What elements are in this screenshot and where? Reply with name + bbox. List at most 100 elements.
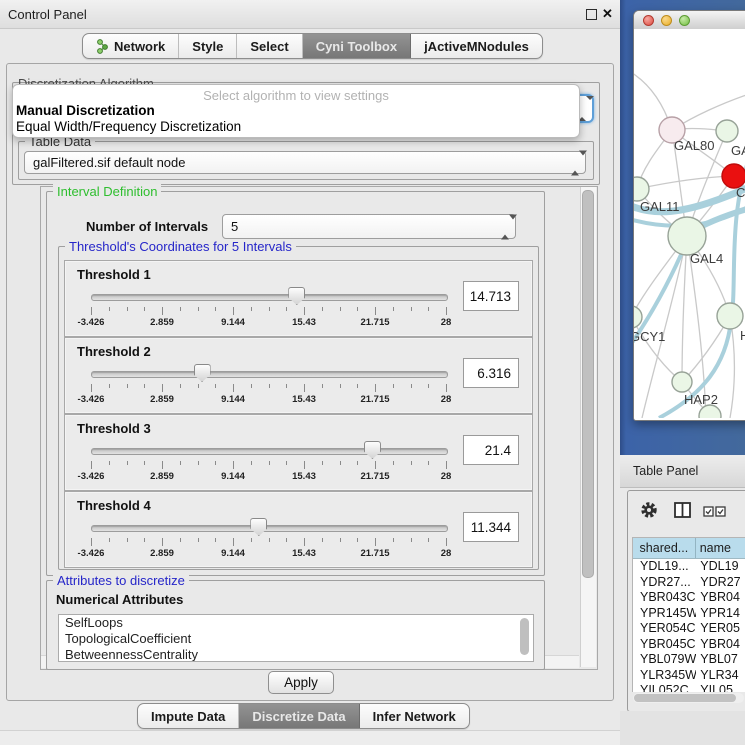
gear-icon[interactable] bbox=[640, 501, 658, 519]
node-gal11[interactable] bbox=[634, 177, 649, 201]
node-gal4[interactable] bbox=[668, 217, 706, 255]
table-row[interactable]: YDR27...YDR27 bbox=[633, 575, 745, 591]
tab-select[interactable]: Select bbox=[237, 34, 302, 58]
checkbox-columns-icon[interactable] bbox=[703, 506, 727, 517]
combo-arrows-icon bbox=[571, 155, 579, 170]
node-label: GAL11 bbox=[640, 199, 680, 214]
slider-tick bbox=[251, 384, 252, 388]
float-window-icon[interactable] bbox=[586, 9, 597, 20]
tab-style[interactable]: Style bbox=[179, 34, 237, 58]
edge[interactable] bbox=[637, 176, 734, 189]
zoom-traffic-light-icon[interactable] bbox=[679, 15, 690, 26]
column-header-name[interactable]: name bbox=[696, 538, 745, 558]
table-hscrollbar-thumb[interactable] bbox=[634, 694, 736, 702]
table-panel-titlebar: Table Panel bbox=[620, 455, 745, 488]
table-row[interactable]: YBR043CYBR04 bbox=[633, 590, 745, 606]
table-row[interactable]: YIL052CYIL05 bbox=[633, 683, 745, 692]
table-row[interactable]: YLR345WYLR34 bbox=[633, 668, 745, 684]
slider-tick-label: -3.426 bbox=[78, 548, 105, 559]
column-view-icon[interactable] bbox=[674, 502, 691, 518]
slider-tick-label: 2.859 bbox=[150, 317, 174, 328]
node-attribute-table[interactable]: shared...nameYDL19...YDL19YDR27...YDR27Y… bbox=[632, 537, 745, 692]
slider-track[interactable] bbox=[91, 525, 448, 532]
table-cell: YPR14 bbox=[696, 606, 745, 622]
node-hap2[interactable] bbox=[672, 372, 692, 392]
node-gcy1[interactable] bbox=[634, 306, 642, 328]
attribute-list-item[interactable]: BetweennessCentrality bbox=[59, 647, 533, 662]
table-cell: YBL079W bbox=[633, 652, 696, 668]
slider-knob[interactable] bbox=[194, 364, 211, 382]
threshold-value-field[interactable]: 14.713 bbox=[463, 281, 519, 311]
threshold-value-field[interactable]: 21.4 bbox=[463, 435, 519, 465]
tab-network[interactable]: Network bbox=[83, 34, 179, 58]
slider-tick bbox=[428, 461, 429, 465]
app-root: Control Panel ✕ NetworkStyleSelectCyni T… bbox=[0, 0, 745, 745]
slider-tick bbox=[127, 307, 128, 311]
bottom-tab-label: Infer Network bbox=[373, 709, 456, 724]
node-label: GAL4 bbox=[690, 251, 723, 266]
table-row[interactable]: YER054CYER05 bbox=[633, 621, 745, 637]
threshold-value-field[interactable]: 6.316 bbox=[463, 358, 519, 388]
slider-tick bbox=[411, 538, 412, 542]
table-row[interactable]: YPR145WYPR14 bbox=[633, 606, 745, 622]
numerical-attributes-list[interactable]: SelfLoopsTopologicalCoefficientBetweenne… bbox=[58, 614, 534, 662]
slider-tick-label: 15.43 bbox=[292, 394, 316, 405]
table-row[interactable]: YDL19...YDL19 bbox=[633, 559, 745, 575]
network-window-titlebar[interactable] bbox=[634, 11, 745, 30]
slider-tick bbox=[198, 384, 199, 388]
slider-tick bbox=[393, 538, 394, 542]
bottom-tab-infer-network[interactable]: Infer Network bbox=[360, 704, 469, 728]
network-view-window[interactable]: GAL80GACGAL11GAL4GCY1HHAP2 bbox=[633, 10, 745, 421]
attribute-list-item[interactable]: SelfLoops bbox=[59, 615, 533, 631]
threshold-value-field[interactable]: 11.344 bbox=[463, 512, 519, 542]
slider-knob[interactable] bbox=[364, 441, 381, 459]
slider-tick bbox=[375, 538, 376, 546]
slider-track[interactable] bbox=[91, 294, 448, 301]
minimize-traffic-light-icon[interactable] bbox=[661, 15, 672, 26]
slider-tick bbox=[446, 538, 447, 546]
node-label: GA bbox=[731, 143, 745, 158]
threshold-panel-3: Threshold 3-3.4262.8599.14415.4321.71528… bbox=[64, 414, 533, 491]
slider-tick-label: 15.43 bbox=[292, 548, 316, 559]
slider-track[interactable] bbox=[91, 371, 448, 378]
tab-label: Select bbox=[250, 39, 288, 54]
table-cell: YBL07 bbox=[696, 652, 745, 668]
column-header-shared-[interactable]: shared... bbox=[633, 538, 696, 558]
node-ga[interactable] bbox=[716, 120, 738, 142]
network-canvas[interactable]: GAL80GACGAL11GAL4GCY1HHAP2 bbox=[634, 29, 745, 418]
table-row[interactable]: YBR045CYBR04 bbox=[633, 637, 745, 653]
slider-tick bbox=[428, 538, 429, 542]
attribute-list-scrollbar-thumb[interactable] bbox=[520, 618, 529, 655]
slider-tick bbox=[269, 461, 270, 465]
table-row[interactable]: YBL079WYBL07 bbox=[633, 652, 745, 668]
slider-tick-label: 15.43 bbox=[292, 317, 316, 328]
close-icon[interactable]: ✕ bbox=[602, 6, 613, 22]
slider-tick bbox=[109, 538, 110, 542]
slider-tick bbox=[162, 461, 163, 469]
slider-knob[interactable] bbox=[250, 518, 267, 536]
dropdown-option-manual[interactable]: Manual Discretization bbox=[16, 103, 155, 118]
node-h[interactable] bbox=[717, 303, 743, 329]
bottom-tab-discretize-data[interactable]: Discretize Data bbox=[239, 704, 359, 728]
table-data-combobox[interactable]: galFiltered.sif default node bbox=[24, 151, 586, 174]
slider-tick bbox=[91, 461, 92, 469]
table-panel-title: Table Panel bbox=[633, 464, 698, 478]
attribute-list-item[interactable]: TopologicalCoefficient bbox=[59, 631, 533, 647]
bottom-tab-impute-data[interactable]: Impute Data bbox=[138, 704, 239, 728]
vertical-scrollbar-thumb[interactable] bbox=[582, 190, 594, 578]
apply-button[interactable]: Apply bbox=[268, 671, 334, 694]
table-data-value: galFiltered.sif default node bbox=[33, 155, 185, 170]
threshold-label: Threshold 2 bbox=[77, 344, 151, 359]
dropdown-option-equal-width[interactable]: Equal Width/Frequency Discretization bbox=[16, 119, 241, 134]
slider-tick bbox=[393, 461, 394, 465]
tab-jactivemnodules[interactable]: jActiveMNodules bbox=[411, 34, 542, 58]
slider-knob[interactable] bbox=[288, 287, 305, 305]
close-traffic-light-icon[interactable] bbox=[643, 15, 654, 26]
slider-track[interactable] bbox=[91, 448, 448, 455]
tab-cyni-toolbox[interactable]: Cyni Toolbox bbox=[303, 34, 411, 58]
slider-tick bbox=[393, 384, 394, 388]
slider-tick bbox=[91, 384, 92, 392]
slider-tick-label: -3.426 bbox=[78, 317, 105, 328]
table-cell: YLR345W bbox=[633, 668, 696, 684]
number-of-intervals-combobox[interactable]: 5 bbox=[222, 214, 516, 239]
